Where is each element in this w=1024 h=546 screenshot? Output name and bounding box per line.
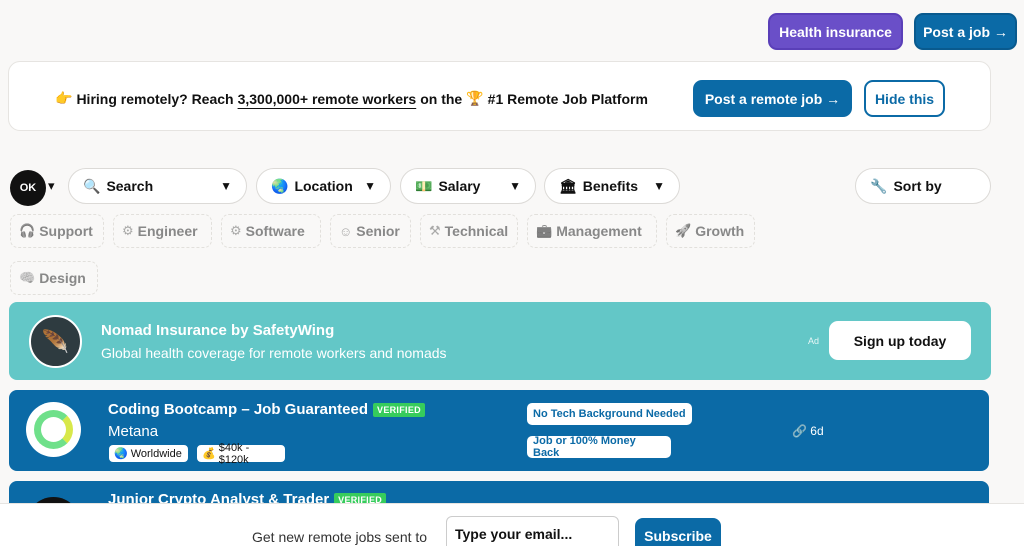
search-filter[interactable]: 🔍 Search ▼	[68, 168, 247, 204]
tools-icon: ⚒	[429, 223, 441, 238]
location-pill: 🌏 Worldwide	[108, 444, 189, 463]
rocket-icon: 🚀	[675, 223, 692, 238]
engineer-icon: ⚙	[122, 223, 134, 238]
perk-tag: Job or 100% Money Back	[527, 435, 671, 459]
ad-subtitle: Global health coverage for remote worker…	[101, 345, 447, 361]
banner-highlight-link[interactable]: 3,300,000+ remote workers	[238, 91, 417, 107]
benefits-filter[interactable]: 🏛 Benefits ▼	[544, 168, 680, 204]
email-input[interactable]	[446, 516, 619, 546]
tag-support[interactable]: 🎧 Support	[10, 214, 104, 248]
search-icon: 🔍	[83, 177, 101, 194]
senior-icon: ☺	[339, 223, 353, 239]
job-title[interactable]: Coding Bootcamp – Job Guaranteed VERIFIE…	[108, 401, 425, 418]
tag-management[interactable]: 💼 Management	[527, 214, 657, 248]
link-icon: 🔗	[792, 424, 807, 438]
subscribe-text: Get new remote jobs sent to	[252, 529, 428, 545]
sort-by-filter[interactable]: 🔧 Sort by	[855, 168, 991, 204]
chevron-down-icon: ▼	[364, 179, 376, 193]
money-icon: 💵	[415, 177, 433, 194]
benefits-icon: 🏛	[559, 177, 577, 194]
trophy-icon: 🏆	[466, 90, 484, 106]
post-job-button[interactable]: Post a job →	[914, 13, 1017, 50]
hide-banner-button[interactable]: Hide this	[864, 80, 945, 117]
tag-engineer[interactable]: ⚙ Engineer	[113, 214, 212, 248]
hiring-banner: 👉 Hiring remotely? Reach 3,300,000+ remo…	[8, 61, 991, 131]
job-age: 🔗 6d	[792, 424, 824, 438]
ad-card[interactable]: 🪶 Nomad Insurance by SafetyWing Global h…	[9, 302, 991, 380]
sign-up-button[interactable]: Sign up today	[829, 321, 971, 360]
location-filter[interactable]: 🌏 Location ▼	[256, 168, 391, 204]
software-icon: ⚙	[230, 223, 242, 238]
pointing-hand-icon: 👉	[55, 90, 73, 106]
job-row[interactable]: Coding Bootcamp – Job Guaranteed VERIFIE…	[9, 390, 989, 471]
chevron-down-icon[interactable]: ▾	[48, 178, 55, 194]
money-bag-icon: 💰	[202, 448, 216, 460]
feather-logo-icon: 🪶	[29, 315, 82, 368]
tag-technical[interactable]: ⚒ Technical	[420, 214, 518, 248]
post-remote-job-button[interactable]: Post a remote job →	[693, 80, 852, 117]
tag-software[interactable]: ⚙ Software	[221, 214, 321, 248]
banner-text: 👉 Hiring remotely? Reach 3,300,000+ remo…	[55, 90, 648, 107]
subscribe-button[interactable]: Subscribe	[635, 518, 721, 546]
design-icon: 🧠	[19, 270, 36, 285]
verified-badge: VERIFIED	[373, 402, 425, 417]
salary-pill: 💰 $40k - $120k	[196, 442, 286, 466]
globe-icon: 🌏	[271, 177, 289, 194]
globe-icon: 🌏	[114, 448, 128, 460]
company-logo	[26, 402, 81, 457]
health-insurance-button[interactable]: Health insurance	[768, 13, 903, 50]
chevron-down-icon: ▼	[220, 179, 232, 193]
chevron-down-icon: ▼	[653, 179, 665, 193]
perk-tag: No Tech Background Needed	[527, 403, 692, 425]
headset-icon: 🎧	[19, 223, 36, 238]
briefcase-icon: 💼	[536, 223, 553, 238]
subscribe-bar: Get new remote jobs sent to Subscribe	[0, 503, 1024, 546]
ad-label: Ad	[808, 336, 820, 346]
tag-senior[interactable]: ☺ Senior	[330, 214, 411, 248]
company-name: Metana	[108, 423, 159, 440]
chevron-down-icon: ▼	[509, 179, 521, 193]
wrench-icon: 🔧	[870, 177, 888, 194]
tag-design[interactable]: 🧠 Design	[10, 261, 98, 295]
ad-title: Nomad Insurance by SafetyWing	[101, 322, 335, 339]
site-logo[interactable]: OK	[10, 170, 46, 206]
salary-filter[interactable]: 💵 Salary ▼	[400, 168, 536, 204]
tag-growth[interactable]: 🚀 Growth	[666, 214, 755, 248]
